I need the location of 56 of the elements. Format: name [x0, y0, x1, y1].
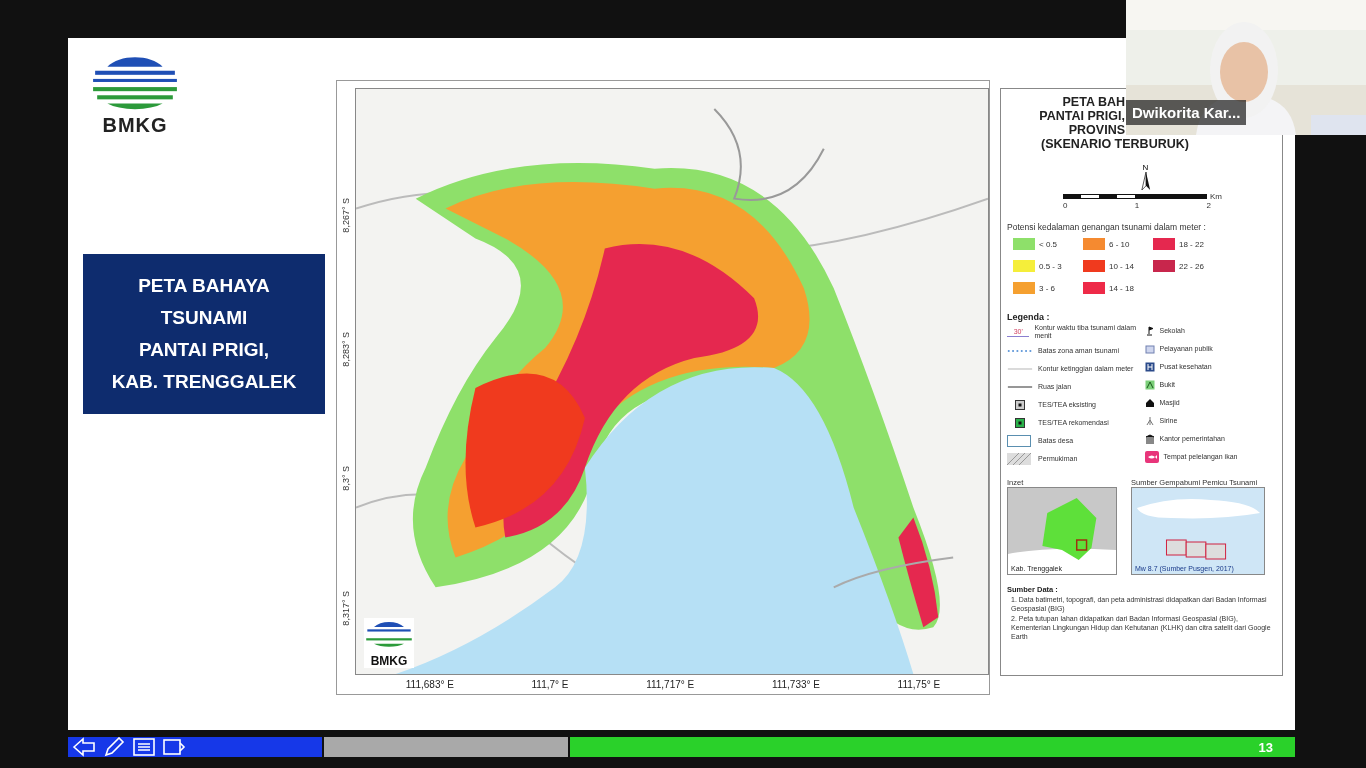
longitude-label: 111,75° E	[897, 679, 941, 690]
logo-text: BMKG	[370, 654, 408, 668]
mosque-icon	[1144, 398, 1155, 408]
hatch-pattern-icon	[1007, 453, 1031, 465]
screen-icon[interactable]	[162, 737, 186, 757]
map-title-line: PROVINS	[1068, 123, 1125, 137]
north-arrow-icon	[1140, 172, 1151, 190]
depth-label: 3 - 6	[1039, 283, 1055, 293]
back-arrow-icon[interactable]	[72, 737, 96, 757]
logo-text: BMKG	[102, 114, 168, 137]
latitude-label: 8,283° S	[341, 332, 351, 367]
square-dot-icon	[1015, 400, 1025, 410]
tower-icon	[1144, 416, 1155, 426]
longitude-label: 111,733° E	[771, 679, 820, 690]
depth-label: 18 - 22	[1179, 239, 1204, 249]
scale-tick: 1	[1134, 201, 1140, 210]
map-title-line: (SKENARIO TERBURUK)	[1041, 137, 1189, 151]
menu-icon[interactable]	[132, 737, 156, 757]
north-label: N	[1142, 163, 1149, 172]
latitude-label: 8,317° S	[341, 590, 351, 626]
slide-title-line: KAB. TRENGGALEK	[111, 370, 297, 394]
longitude-label: 111,7° E	[531, 679, 569, 690]
depth-label: 14 - 18	[1109, 283, 1134, 293]
flag-icon	[1144, 326, 1155, 336]
square-dot-icon	[1015, 418, 1025, 428]
participant-name: Dwikorita Kar...	[1126, 100, 1247, 125]
hill-icon	[1144, 380, 1155, 390]
depth-label: 6 - 10	[1109, 239, 1130, 249]
scale-tick: 2	[1206, 201, 1211, 210]
building-icon	[1144, 344, 1155, 354]
line-icon	[1007, 367, 1033, 371]
outline-box-icon	[1007, 435, 1031, 447]
building-icon	[1144, 434, 1155, 444]
page-number: 13	[1258, 739, 1273, 755]
slide-title-line: TSUNAMI	[160, 306, 248, 330]
line-icon	[1007, 385, 1033, 389]
map-title-line: PANTAI PRIGI,	[1039, 109, 1125, 123]
slide-title-line: PETA BAHAYA	[138, 274, 270, 298]
fish-icon	[1144, 451, 1159, 463]
pencil-icon[interactable]	[102, 737, 126, 757]
depth-label: 10 - 14	[1109, 261, 1134, 271]
longitude-label: 111,683° E	[405, 679, 454, 690]
depth-label: 0.5 - 3	[1039, 261, 1062, 271]
depth-label: < 0.5	[1039, 239, 1057, 249]
legend-heading: Potensi kedalaman genangan tsunami dalam meter :	[1007, 222, 1207, 232]
latitude-label: 8,3° S	[341, 466, 351, 491]
hospital-icon	[1144, 362, 1155, 372]
scale-tick: 0	[1063, 201, 1068, 210]
dotted-line-icon	[1007, 349, 1033, 353]
legend-heading: Legenda :	[1007, 312, 1051, 322]
slide-title-line: PANTAI PRIGI,	[138, 338, 270, 362]
scale-unit: Km	[1210, 192, 1222, 201]
latitude-label: 8,267° S	[341, 197, 351, 233]
map-title-line: PETA BAH	[1062, 95, 1125, 109]
depth-label: 22 - 26	[1179, 261, 1204, 271]
longitude-label: 111,717° E	[646, 679, 695, 690]
